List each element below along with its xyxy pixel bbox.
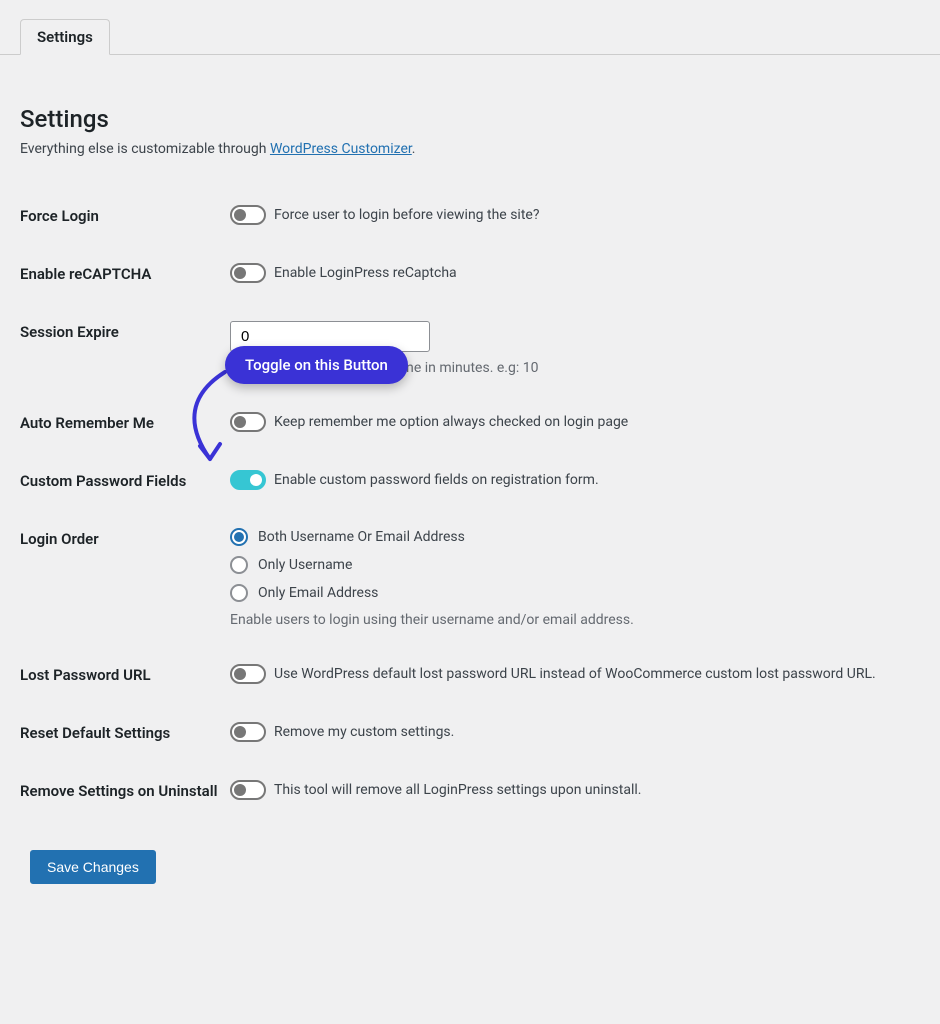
label-session-expire: Session Expire	[20, 303, 230, 394]
label-custom-password: Custom Password Fields	[20, 452, 230, 510]
radio-label-email: Only Email Address	[258, 585, 378, 601]
toggle-remove-uninstall[interactable]	[230, 780, 266, 800]
radio-label-both: Both Username Or Email Address	[258, 529, 465, 545]
intro-text: Everything else is customizable through …	[20, 141, 920, 157]
desc-lost-password: Use WordPress default lost password URL …	[274, 666, 876, 682]
toggle-auto-remember[interactable]	[230, 412, 266, 432]
row-auto-remember: Auto Remember Me Toggle on this Button K…	[20, 394, 920, 452]
row-lost-password: Lost Password URL Use WordPress default …	[20, 646, 920, 704]
radio-login-order-username[interactable]	[230, 556, 248, 574]
desc-force-login: Force user to login before viewing the s…	[274, 207, 539, 223]
radio-login-order-email[interactable]	[230, 584, 248, 602]
help-login-order: Enable users to login using their userna…	[230, 612, 920, 628]
row-enable-recaptcha: Enable reCAPTCHA Enable LoginPress reCap…	[20, 245, 920, 303]
intro-prefix: Everything else is customizable through	[20, 141, 270, 157]
save-button[interactable]: Save Changes	[30, 850, 156, 884]
settings-table: Force Login Force user to login before v…	[20, 187, 920, 820]
row-force-login: Force Login Force user to login before v…	[20, 187, 920, 245]
radio-row-both: Both Username Or Email Address	[230, 528, 920, 546]
desc-auto-remember: Keep remember me option always checked o…	[274, 414, 628, 430]
settings-content: Settings Everything else is customizable…	[0, 55, 940, 924]
radio-login-order-both[interactable]	[230, 528, 248, 546]
row-login-order: Login Order Both Username Or Email Addre…	[20, 510, 920, 646]
customizer-link[interactable]: WordPress Customizer	[270, 141, 412, 157]
page-title: Settings	[20, 105, 920, 133]
tab-settings[interactable]: Settings	[20, 19, 110, 55]
desc-custom-password: Enable custom password fields on registr…	[274, 472, 599, 488]
desc-reset-defaults: Remove my custom settings.	[274, 724, 454, 740]
label-auto-remember: Auto Remember Me	[20, 394, 230, 452]
toggle-force-login[interactable]	[230, 205, 266, 225]
label-enable-recaptcha: Enable reCAPTCHA	[20, 245, 230, 303]
label-remove-uninstall: Remove Settings on Uninstall	[20, 762, 230, 820]
radio-row-username: Only Username	[230, 556, 920, 574]
label-reset-defaults: Reset Default Settings	[20, 704, 230, 762]
row-reset-defaults: Reset Default Settings Remove my custom …	[20, 704, 920, 762]
label-login-order: Login Order	[20, 510, 230, 646]
row-remove-uninstall: Remove Settings on Uninstall This tool w…	[20, 762, 920, 820]
radio-label-username: Only Username	[258, 557, 352, 573]
toggle-reset-defaults[interactable]	[230, 722, 266, 742]
label-force-login: Force Login	[20, 187, 230, 245]
tab-bar: Settings	[0, 0, 940, 55]
row-custom-password: Custom Password Fields Enable custom pas…	[20, 452, 920, 510]
desc-enable-recaptcha: Enable LoginPress reCaptcha	[274, 265, 457, 281]
radio-row-email: Only Email Address	[230, 584, 920, 602]
toggle-lost-password[interactable]	[230, 664, 266, 684]
tooltip-toggle-hint: Toggle on this Button	[225, 346, 408, 384]
label-lost-password: Lost Password URL	[20, 646, 230, 704]
row-session-expire: Session Expire Set the session expiratio…	[20, 303, 920, 394]
intro-suffix: .	[412, 141, 416, 157]
toggle-enable-recaptcha[interactable]	[230, 263, 266, 283]
desc-remove-uninstall: This tool will remove all LoginPress set…	[274, 782, 641, 798]
toggle-custom-password[interactable]	[230, 470, 266, 490]
